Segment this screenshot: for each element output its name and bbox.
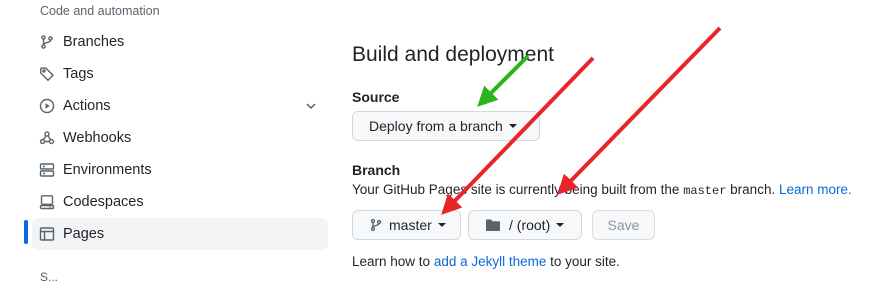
caret-down-icon — [508, 124, 517, 128]
branch-label: Branch — [352, 162, 401, 178]
sidebar-item-label: Environments — [63, 162, 152, 178]
caret-down-icon — [556, 223, 565, 227]
sidebar-next-section: S... — [40, 270, 59, 284]
jekyll-theme-link[interactable]: add a Jekyll theme — [434, 254, 547, 269]
folder-select-button[interactable]: / (root) — [468, 210, 582, 240]
codespaces-icon — [39, 194, 55, 210]
jekyll-hint: Learn how to add a Jekyll theme to your … — [352, 254, 620, 269]
git-branch-icon — [39, 34, 55, 50]
tag-icon — [39, 66, 55, 82]
branch-select-button[interactable]: master — [352, 210, 461, 240]
save-button[interactable]: Save — [592, 210, 655, 240]
sidebar-item-pages[interactable]: Pages — [32, 218, 328, 250]
play-circle-icon — [39, 98, 55, 114]
sidebar-item-webhooks[interactable]: Webhooks — [32, 122, 328, 154]
sidebar-item-branches[interactable]: Branches — [32, 26, 328, 58]
branch-description: Your GitHub Pages site is currently bein… — [352, 182, 852, 198]
server-icon — [39, 162, 55, 178]
learn-more-link[interactable]: Learn more. — [779, 182, 852, 197]
sidebar-item-label: Branches — [63, 34, 125, 50]
git-branch-icon — [369, 218, 383, 232]
source-select-label: Deploy from a branch — [369, 118, 503, 134]
source-label: Source — [352, 89, 400, 105]
sidebar-item-tags[interactable]: Tags — [32, 58, 328, 90]
settings-sidebar: Code and automation Branches Tags Action… — [0, 0, 340, 284]
sidebar-item-codespaces[interactable]: Codespaces — [32, 186, 328, 218]
browser-icon — [39, 226, 55, 242]
pages-settings-main: Build and deployment Source Deploy from … — [340, 0, 895, 279]
sidebar-item-label: Pages — [63, 226, 105, 242]
webhook-icon — [39, 130, 55, 146]
sidebar-item-actions[interactable]: Actions — [32, 90, 328, 122]
sidebar-item-label: Actions — [63, 98, 111, 114]
folder-icon — [485, 218, 501, 232]
chevron-down-icon[interactable] — [304, 99, 318, 116]
source-select-button[interactable]: Deploy from a branch — [352, 111, 540, 141]
sidebar-section-title: Code and automation — [40, 4, 160, 18]
caret-down-icon — [437, 223, 446, 227]
sidebar-item-label: Webhooks — [63, 130, 132, 146]
folder-select-label: / (root) — [509, 217, 551, 233]
sidebar-item-label: Tags — [63, 66, 94, 82]
branch-name-code: master — [683, 184, 727, 198]
jekyll-hint-prefix: Learn how to — [352, 254, 431, 269]
sidebar-item-environments[interactable]: Environments — [32, 154, 328, 186]
sidebar-item-label: Codespaces — [63, 194, 144, 210]
branch-select-label: master — [389, 217, 432, 233]
description-text-suffix: branch. — [730, 182, 776, 197]
page-title: Build and deployment — [352, 43, 554, 66]
active-indicator — [24, 220, 28, 244]
description-text: Your GitHub Pages site is currently bein… — [352, 182, 680, 197]
jekyll-hint-suffix: to your site. — [550, 254, 620, 269]
